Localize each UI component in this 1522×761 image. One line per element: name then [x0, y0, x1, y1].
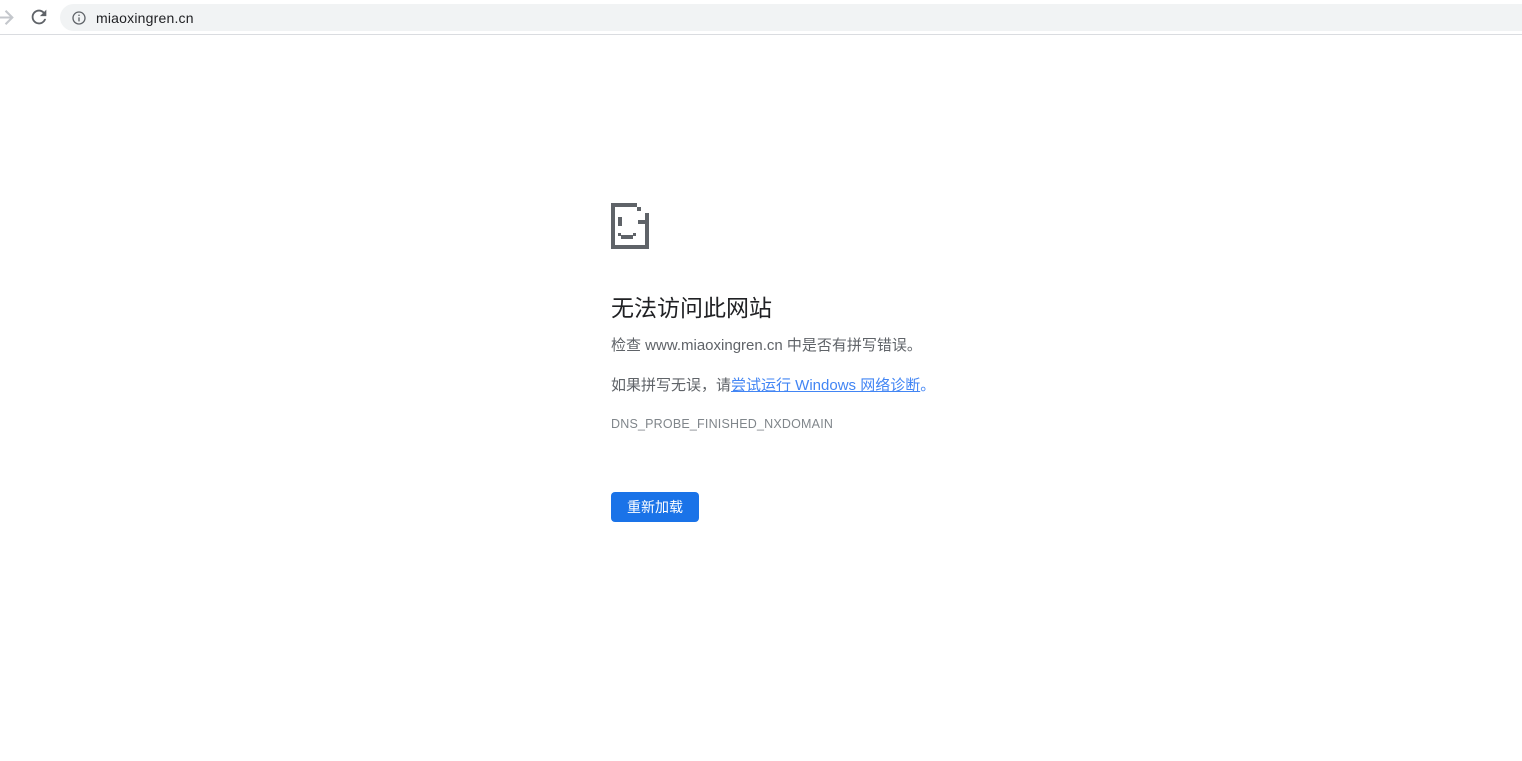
sad-file-icon	[611, 203, 649, 254]
error-suggestion: 如果拼写无误，请尝试运行 Windows 网络诊断。	[611, 375, 935, 397]
suggestion-suffix: 。	[920, 377, 935, 394]
error-check-message: 检查 www.miaoxingren.cn 中是否有拼写错误。	[611, 335, 922, 357]
address-bar[interactable]: miaoxingren.cn	[60, 4, 1522, 31]
url-text[interactable]: miaoxingren.cn	[96, 10, 194, 26]
browser-toolbar: miaoxingren.cn	[0, 0, 1522, 35]
reload-icon	[28, 16, 50, 31]
reload-button[interactable]	[28, 6, 50, 28]
info-icon[interactable]	[71, 10, 87, 26]
error-title: 无法访问此网站	[611, 292, 772, 324]
network-diagnostics-link[interactable]: 尝试运行 Windows 网络诊断	[731, 377, 920, 394]
page-reload-button[interactable]: 重新加载	[611, 492, 699, 522]
forward-button[interactable]	[0, 5, 17, 30]
error-page: 无法访问此网站 检查 www.miaoxingren.cn 中是否有拼写错误。 …	[611, 203, 1231, 543]
error-code: DNS_PROBE_FINISHED_NXDOMAIN	[611, 415, 833, 433]
suggestion-prefix: 如果拼写无误，请	[611, 377, 731, 394]
forward-arrow-icon	[0, 18, 17, 33]
